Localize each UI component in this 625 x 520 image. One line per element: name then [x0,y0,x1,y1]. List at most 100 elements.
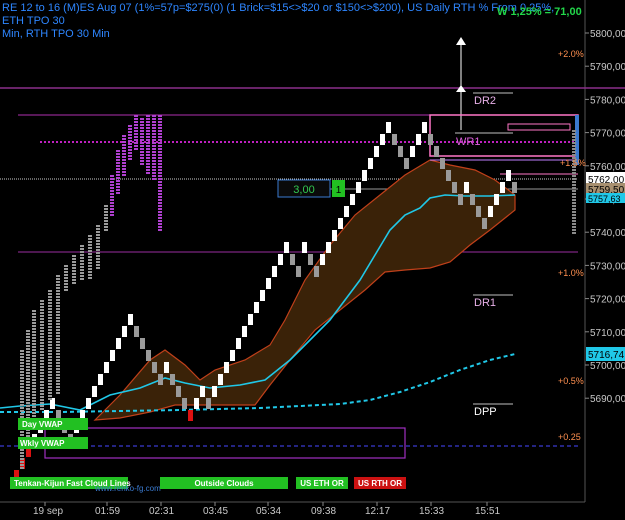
tpo-cell [88,241,92,243]
time-tick-label: 03:45 [203,506,228,517]
tpo-cell [40,375,44,377]
tpo-cell [40,357,44,359]
tpo-cell [26,402,30,404]
tpo-cell [158,181,162,183]
time-tick-label: 15:33 [419,506,444,517]
tpo-cell [40,327,44,329]
tpo-cell [32,313,36,315]
tpo-cell [146,130,150,132]
tpo-cell [110,175,114,177]
tpo-cell [122,153,126,155]
tpo-cell [572,229,576,231]
tpo-cell [134,136,138,138]
tpo-cell [158,187,162,189]
tpo-cell [96,255,100,257]
renko-brick [122,326,127,337]
renko-brick [110,350,115,361]
tpo-cell [110,205,114,207]
tpo-cell [56,371,60,373]
renko-brick [446,170,451,181]
tpo-cell [20,401,24,403]
tpo-cell [48,377,52,379]
tpo-cell [48,308,52,310]
violet-zone-box [44,427,406,459]
renko-brick [194,398,199,409]
time-tick-label: 19 sep [33,506,63,517]
tpo-cell [140,127,144,129]
tpo-cell [48,350,52,352]
renko-brick [278,254,283,265]
tpo-cell [32,382,36,384]
tpo-cell [572,211,576,213]
tpo-cell [40,330,44,332]
tpo-cell [26,336,30,338]
pct-15-label: +1.5% [560,158,586,168]
tpo-cell [140,121,144,123]
tpo-cell [26,432,30,434]
tpo-cell [158,229,162,231]
tpo-cell [32,361,36,363]
tpo-cell [20,431,24,433]
renko-brick [134,326,139,337]
tpo-cell [128,134,132,136]
tpo-cell [134,133,138,135]
tpo-cell [146,157,150,159]
renko-brick [500,182,505,193]
tpo-cell [48,356,52,358]
tpo-cell [158,130,162,132]
tpo-cell [56,380,60,382]
tpo-cell [32,316,36,318]
tpo-cell [26,375,30,377]
renko-chart[interactable]: 3,00 1 DR2 WR1 DR1 DPP +2.0% +1.5% +1.0%… [0,0,625,520]
tpo-cell [48,302,52,304]
tpo-cell [104,211,108,213]
tpo-cell [88,244,92,246]
tpo-cell [40,336,44,338]
renko-brick [488,206,493,217]
pink-small-box [507,123,571,131]
tpo-cell [26,333,30,335]
tpo-cell [140,133,144,135]
tpo-cell [20,389,24,391]
tpo-cell [26,396,30,398]
tpo-cell [48,326,52,328]
tpo-cell [56,356,60,358]
renko-brick [200,386,205,397]
tpo-cell [48,332,52,334]
tpo-cell [140,139,144,141]
tpo-cell [26,378,30,380]
tpo-cell [20,452,24,454]
tpo-cell [146,145,150,147]
tpo-cell [40,300,44,302]
tpo-cell [56,389,60,391]
pct-2-label: +2.0% [558,49,584,59]
tpo-cell [88,259,92,261]
header-line-1: RE 12 to 16 (M)ES Aug 07 (1%=57p=$275(0)… [2,2,555,27]
tpo-cell [116,168,120,170]
tpo-cell [146,121,150,123]
tpo-cell [116,162,120,164]
tpo-cell [72,276,76,278]
tpo-cell [152,151,156,153]
tpo-cell [572,178,576,180]
tpo-cell [56,359,60,361]
tpo-cell [110,193,114,195]
renko-brick [158,374,163,385]
renko-brick [332,230,337,241]
tpo-cell [158,121,162,123]
tpo-cell [40,405,44,407]
tpo-cell [72,261,76,263]
tpo-cell [56,311,60,313]
tpo-cell [56,392,60,394]
tpo-cell [158,148,162,150]
tpo-cell [158,193,162,195]
tpo-cell [116,180,120,182]
tpo-cell [128,152,132,154]
tpo-cell [572,145,576,147]
renko-brick [470,194,475,205]
tpo-cell [158,205,162,207]
tpo-cell [32,343,36,345]
tpo-cell [572,214,576,216]
time-tick-label: 05:34 [256,506,281,517]
tpo-cell [20,395,24,397]
